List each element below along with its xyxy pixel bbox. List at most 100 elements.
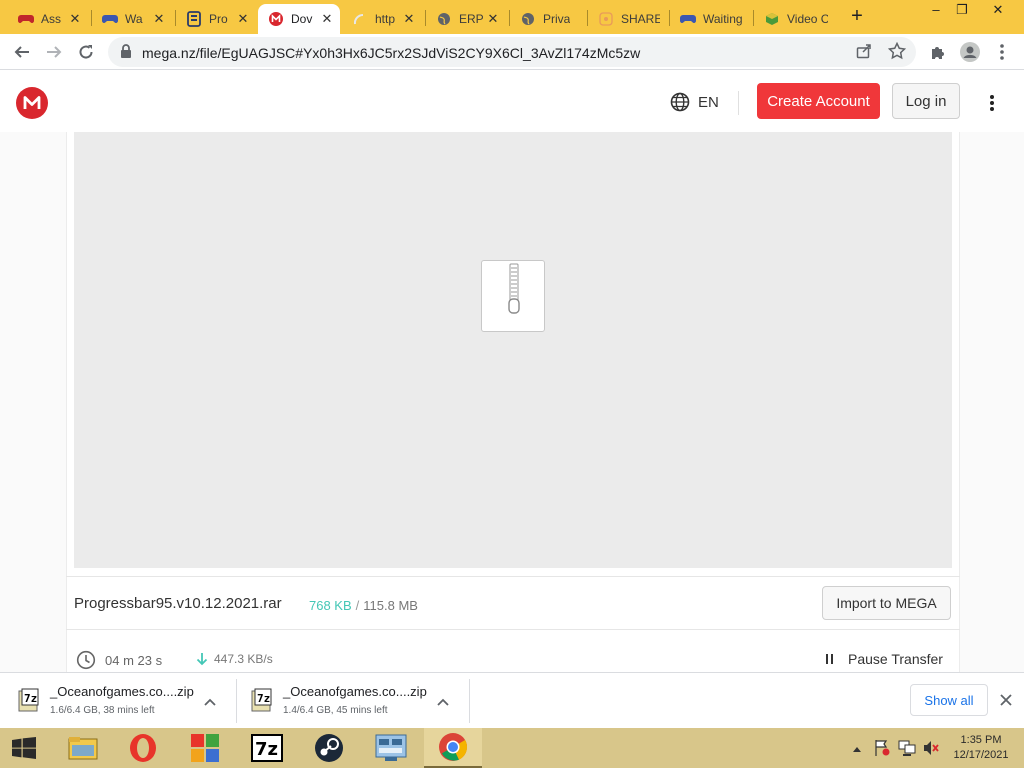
time-remaining-value: 04 m 23 s bbox=[105, 652, 163, 668]
bookmark-star-icon[interactable] bbox=[887, 41, 907, 65]
tab-label: Dov bbox=[291, 12, 313, 26]
gamepad-icon bbox=[680, 11, 696, 27]
globe-icon bbox=[520, 11, 536, 27]
tab-0[interactable]: Ass ✕ bbox=[8, 4, 88, 34]
pause-transfer-label: Pause Transfer bbox=[848, 651, 943, 667]
close-icon[interactable]: ✕ bbox=[320, 11, 334, 27]
document-icon bbox=[186, 11, 202, 27]
pause-icon bbox=[826, 654, 833, 664]
flag-alert-icon[interactable] bbox=[874, 739, 890, 762]
app-icon bbox=[191, 734, 219, 762]
close-icon[interactable]: ✕ bbox=[152, 11, 166, 27]
close-icon bbox=[1000, 694, 1012, 706]
tab-label: Wa bbox=[125, 12, 143, 26]
taskbar-chrome[interactable] bbox=[424, 728, 482, 768]
profile-button[interactable] bbox=[958, 40, 982, 64]
download-filename: _Oceanofgames.co....zip bbox=[50, 684, 194, 699]
svg-text:7z: 7z bbox=[24, 692, 37, 705]
taskbar-control-panel[interactable] bbox=[362, 728, 420, 768]
restore-button[interactable]: ❐ bbox=[948, 2, 976, 22]
download-item[interactable]: 7z _Oceanofgames.co....zip 1.4/6.4 GB, 4… bbox=[233, 673, 463, 729]
arrow-right-icon bbox=[47, 46, 62, 58]
reload-button[interactable] bbox=[74, 40, 98, 64]
tab-3-active[interactable]: Dov ✕ bbox=[258, 4, 340, 34]
7zip-file-icon: 7z bbox=[18, 688, 40, 717]
extensions-button[interactable] bbox=[926, 40, 950, 64]
close-icon[interactable]: ✕ bbox=[68, 11, 82, 27]
create-account-button[interactable]: Create Account bbox=[757, 83, 880, 119]
volume-muted-icon[interactable] bbox=[922, 739, 940, 762]
steam-icon bbox=[315, 734, 343, 762]
language-selector[interactable]: EN bbox=[670, 92, 719, 112]
chevron-up-icon[interactable] bbox=[437, 693, 449, 711]
total-size: 115.8 MB bbox=[363, 598, 418, 613]
site-menu-button[interactable] bbox=[980, 91, 1004, 115]
shareit-icon bbox=[598, 11, 614, 27]
close-icon[interactable]: ✕ bbox=[402, 11, 416, 27]
downloaded-amount: 768 KB bbox=[309, 598, 352, 613]
tab-6[interactable]: Privacy bbox=[510, 4, 590, 34]
taskbar-7zip[interactable]: 7z bbox=[238, 728, 296, 768]
tab-5[interactable]: ERP ✕ bbox=[426, 4, 506, 34]
chrome-icon bbox=[439, 733, 468, 761]
arrow-left-icon bbox=[14, 46, 29, 58]
gamepad-icon bbox=[102, 11, 118, 27]
arrow-down-icon bbox=[196, 653, 208, 666]
file-preview-area bbox=[74, 132, 952, 568]
taskbar-app[interactable] bbox=[176, 728, 234, 768]
taskbar-file-explorer[interactable] bbox=[54, 728, 112, 768]
start-button[interactable] bbox=[0, 728, 48, 768]
taskbar-opera[interactable] bbox=[114, 728, 172, 768]
svg-text:7z: 7z bbox=[255, 739, 278, 760]
close-shelf-button[interactable] bbox=[996, 690, 1016, 710]
share-icon[interactable] bbox=[856, 43, 872, 64]
browser-menu-button[interactable] bbox=[990, 40, 1014, 64]
browser-toolbar: mega.nz/file/EgUAGJSC#Yx0h3Hx6JC5rx2SJdV… bbox=[0, 34, 1024, 70]
pause-transfer-button[interactable]: Pause Transfer bbox=[824, 651, 943, 667]
opera-icon bbox=[130, 734, 156, 762]
svg-text:7z: 7z bbox=[257, 692, 270, 705]
lock-icon[interactable] bbox=[120, 44, 132, 63]
archive-file-icon bbox=[481, 260, 545, 332]
download-filename: _Oceanofgames.co....zip bbox=[283, 684, 427, 699]
address-bar[interactable]: mega.nz/file/EgUAGJSC#Yx0h3Hx6JC5rx2SJdV… bbox=[108, 37, 916, 67]
new-tab-button[interactable]: + bbox=[846, 6, 868, 28]
show-all-downloads-button[interactable]: Show all bbox=[910, 684, 988, 716]
shelf-separator bbox=[469, 679, 470, 723]
chevron-up-icon[interactable] bbox=[852, 740, 862, 758]
mega-icon bbox=[268, 11, 284, 27]
network-icon[interactable] bbox=[898, 739, 916, 762]
download-item[interactable]: 7z _Oceanofgames.co....zip 1.6/6.4 GB, 3… bbox=[0, 673, 230, 729]
site-header: EN Create Account Log in bbox=[0, 71, 1024, 132]
cube-icon bbox=[764, 11, 780, 27]
minimize-button[interactable]: – bbox=[922, 2, 950, 22]
tab-4[interactable]: http ✕ bbox=[342, 4, 422, 34]
avatar-icon bbox=[960, 42, 980, 62]
url-text: mega.nz/file/EgUAGJSC#Yx0h3Hx6JC5rx2SJdV… bbox=[142, 45, 641, 61]
tab-strip: Ass ✕ Wa ✕ Pro ✕ Dov ✕ http ✕ ERP ✕ Priv… bbox=[0, 0, 1024, 34]
mega-logo[interactable] bbox=[16, 87, 48, 119]
loading-icon bbox=[352, 11, 368, 27]
tab-7[interactable]: SHAREit bbox=[588, 4, 666, 34]
system-clock[interactable]: 1:35 PM 12/17/2021 bbox=[948, 733, 1014, 763]
transfer-speed-value: 447.3 KB/s bbox=[214, 652, 273, 666]
close-icon[interactable]: ✕ bbox=[486, 11, 500, 27]
import-to-mega-button[interactable]: Import to MEGA bbox=[822, 586, 951, 620]
mega-m-icon bbox=[23, 96, 41, 109]
login-button[interactable]: Log in bbox=[892, 83, 960, 119]
forward-button[interactable] bbox=[42, 40, 66, 64]
file-explorer-icon bbox=[68, 737, 98, 760]
file-name: Progressbar95.v10.12.2021.rar bbox=[74, 595, 282, 612]
section-divider bbox=[66, 576, 960, 577]
tab-1[interactable]: Wa ✕ bbox=[92, 4, 172, 34]
taskbar-steam[interactable] bbox=[300, 728, 358, 768]
tab-9[interactable]: Video C bbox=[754, 4, 834, 34]
tab-2[interactable]: Pro ✕ bbox=[176, 4, 256, 34]
back-button[interactable] bbox=[10, 40, 34, 64]
globe-icon bbox=[436, 11, 452, 27]
clock-time: 1:35 PM bbox=[960, 734, 1002, 746]
tab-8[interactable]: Waiting bbox=[670, 4, 750, 34]
chevron-up-icon[interactable] bbox=[204, 693, 216, 711]
close-icon[interactable]: ✕ bbox=[236, 11, 250, 27]
window-close-button[interactable]: ✕ bbox=[984, 2, 1012, 22]
